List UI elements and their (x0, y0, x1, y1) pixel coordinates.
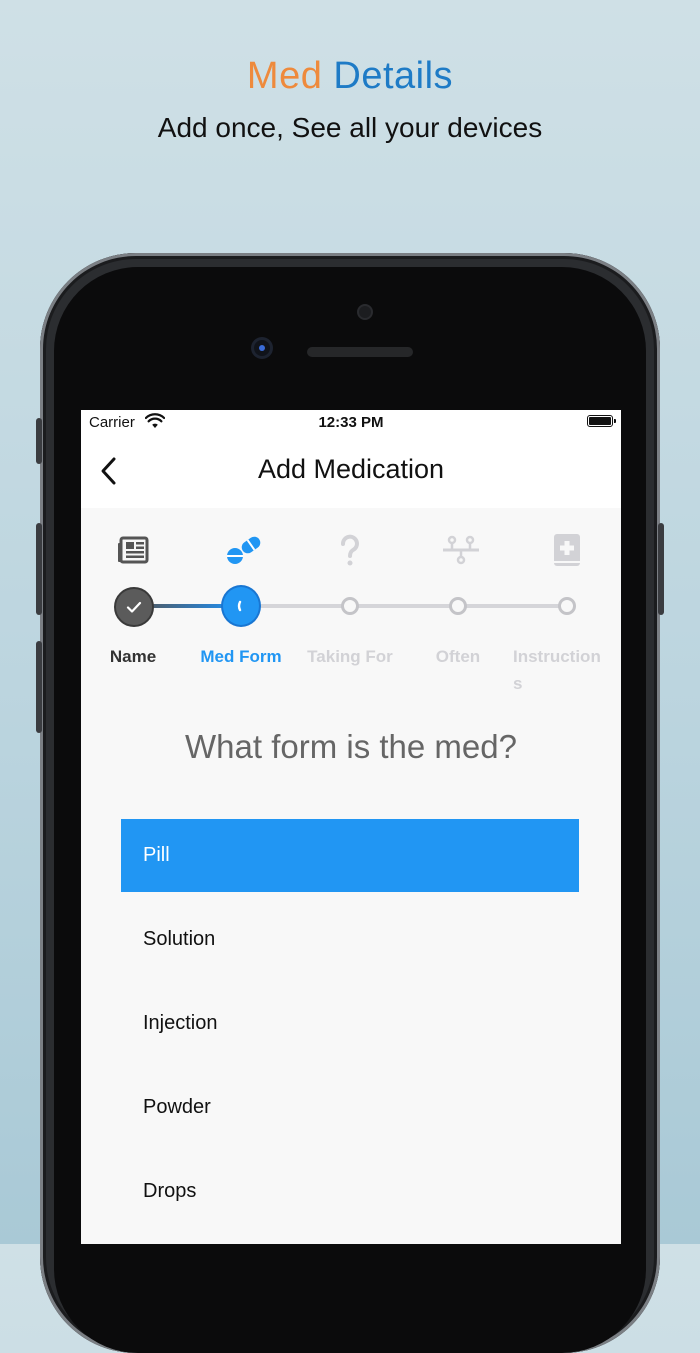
step-label-often: Often (435, 647, 481, 666)
step-label-med-form: Med Form (200, 647, 282, 666)
timeline-icon (443, 535, 479, 565)
page-title: Add Medication (257, 454, 445, 484)
volume-up-button (36, 523, 42, 615)
promo-header: Med Details Add once, See all your devic… (0, 55, 700, 144)
step-node-instructions[interactable] (558, 597, 576, 615)
check-icon (126, 601, 142, 613)
question-icon (341, 534, 359, 566)
nav-bar: Add Medication (81, 434, 621, 508)
step-label-taking-for: Taking For (307, 647, 393, 666)
option-injection[interactable]: Injection (121, 987, 579, 1060)
volume-down-button (36, 641, 42, 733)
newspaper-icon (118, 536, 149, 564)
proximity-sensor (254, 340, 270, 356)
promo-title-word-med: Med (246, 55, 323, 97)
med-form-options: Pill Solution Injection Powder Drops (121, 819, 579, 1239)
front-camera (357, 304, 373, 320)
medical-book-icon (554, 534, 580, 566)
step-progress: Name Med Form Taking For Often Instructi… (81, 508, 621, 708)
step-node-med-form[interactable] (221, 585, 261, 627)
promo-title-word-details: Details (333, 55, 454, 97)
pill-marker-icon (237, 600, 242, 612)
mute-switch (36, 418, 42, 464)
promo-subtitle: Add once, See all your devices (157, 112, 543, 143)
option-solution[interactable]: Solution (121, 903, 579, 976)
option-drops[interactable]: Drops (121, 1155, 579, 1228)
status-bar: Carrier 12:33 PM (81, 410, 621, 434)
option-powder[interactable]: Powder (121, 1071, 579, 1144)
step-label-instructions: Instruction (513, 647, 601, 666)
step-node-taking-for[interactable] (341, 597, 359, 615)
question-heading: What form is the med? (185, 728, 517, 765)
step-node-name[interactable] (114, 587, 154, 627)
promo-title: Med Details (0, 55, 700, 98)
battery-icon (587, 415, 616, 427)
app-screen: Carrier 12:33 PM Add Medication Name Med… (81, 410, 621, 1244)
step-label-instructions-wrap: s (513, 674, 523, 693)
step-label-name: Name (109, 647, 157, 666)
power-button (658, 523, 664, 615)
earpiece-speaker (307, 347, 413, 357)
step-node-often[interactable] (449, 597, 467, 615)
status-time: 12:33 PM (318, 414, 384, 431)
pills-icon (227, 536, 261, 564)
option-pill[interactable]: Pill (121, 819, 579, 892)
